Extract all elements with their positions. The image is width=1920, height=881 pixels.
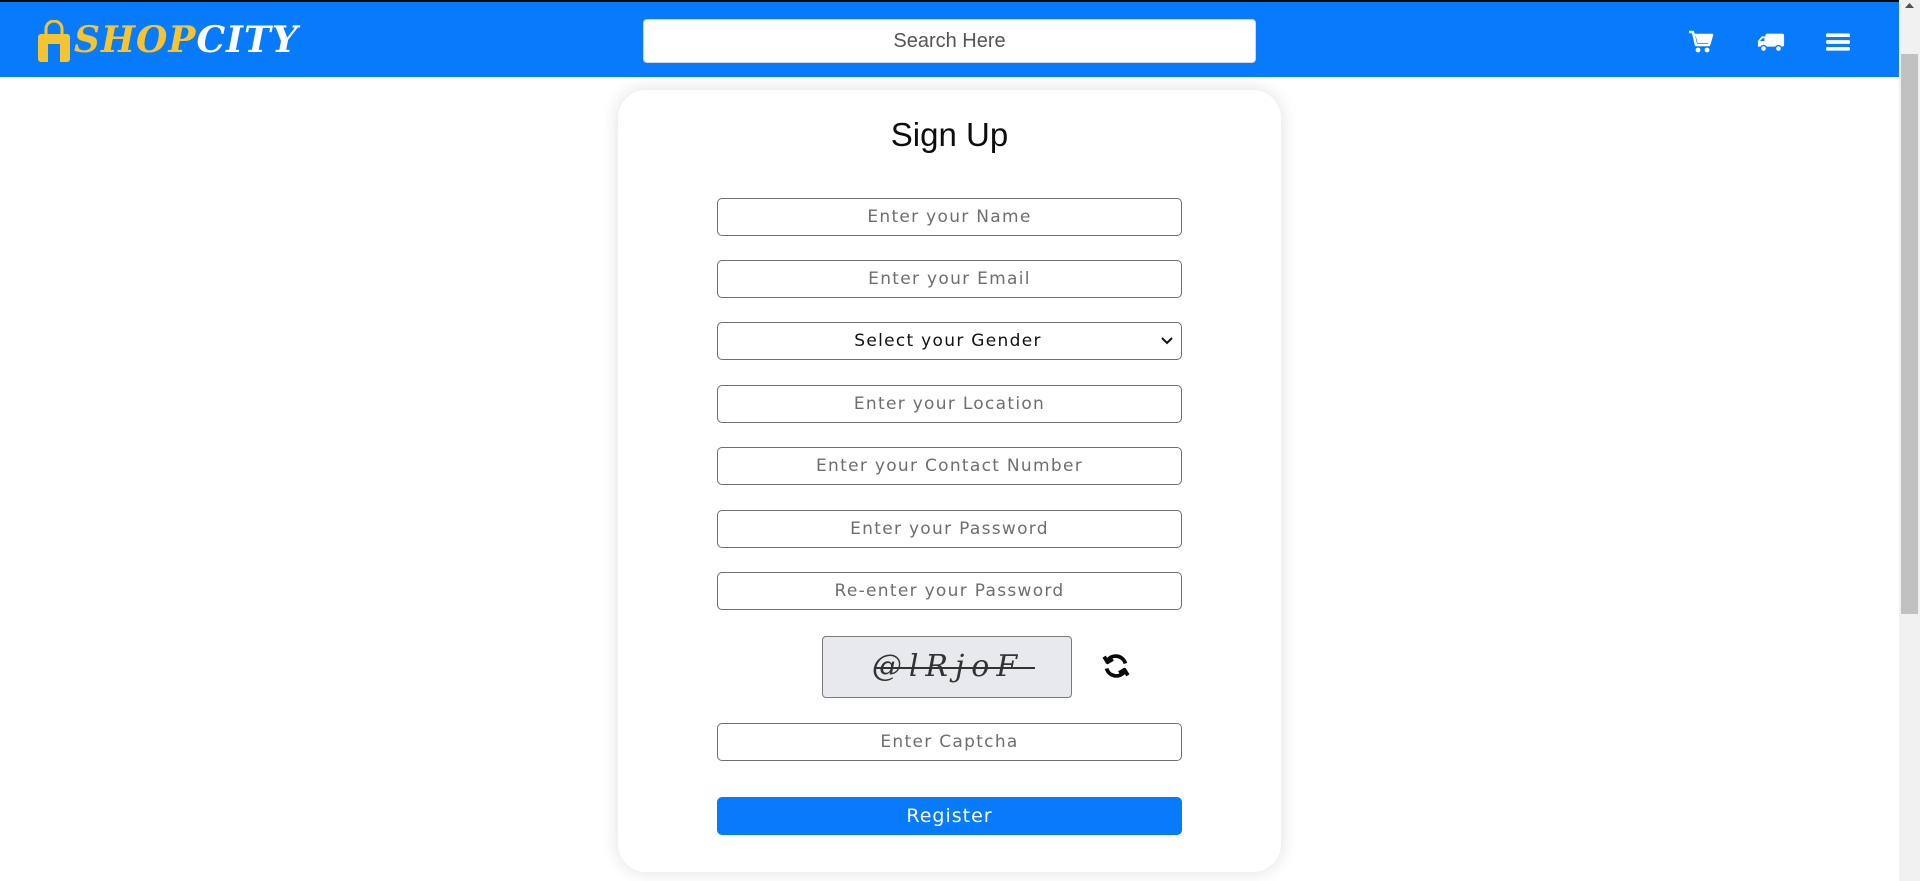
shopcity-logo[interactable]: SHOPCITY (36, 8, 297, 68)
chevron-down-icon (1161, 337, 1173, 345)
navbar: SHOPCITY (0, 0, 1899, 77)
signup-card: Sign Up Select your Gender @lRjoF Regist… (618, 90, 1281, 872)
refresh-icon[interactable] (1101, 651, 1131, 681)
captcha-image: @lRjoF (822, 636, 1072, 698)
logo-text: SHOPCITY (74, 22, 298, 58)
scrollbar-thumb[interactable] (1901, 54, 1918, 614)
password-field[interactable] (717, 510, 1182, 548)
page: SHOPCITY Sign Up Select your (0, 0, 1899, 881)
search-input[interactable] (643, 19, 1256, 63)
email-field[interactable] (717, 260, 1182, 298)
name-field[interactable] (717, 198, 1182, 236)
page-title: Sign Up (890, 116, 1009, 153)
cart-icon[interactable] (1688, 28, 1714, 56)
scroll-up-arrow-icon[interactable] (1905, 2, 1914, 9)
register-button[interactable]: Register (717, 797, 1182, 835)
gender-select[interactable]: Select your Gender (717, 322, 1182, 360)
shopping-bag-icon (38, 20, 70, 62)
location-field[interactable] (717, 385, 1182, 423)
vertical-scrollbar[interactable] (1899, 0, 1920, 881)
truck-icon[interactable] (1757, 28, 1785, 56)
menu-icon[interactable] (1825, 28, 1851, 56)
contact-number-field[interactable] (717, 447, 1182, 485)
gender-select-value: Select your Gender (854, 331, 1042, 351)
confirm-password-field[interactable] (717, 572, 1182, 610)
captcha-strike-line (875, 667, 1035, 669)
logo-part-shop: SHOP (74, 19, 197, 61)
logo-part-city: CITY (196, 19, 299, 61)
captcha-input[interactable] (717, 723, 1182, 761)
